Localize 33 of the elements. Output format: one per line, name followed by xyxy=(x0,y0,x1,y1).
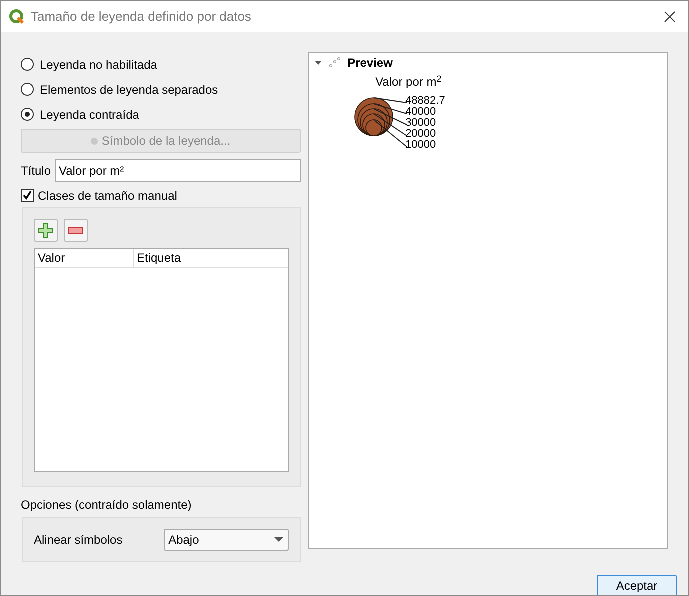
caret-icon xyxy=(274,537,284,542)
column-header[interactable]: Valor xyxy=(35,249,134,267)
collapse-caret-icon[interactable] xyxy=(314,61,322,65)
legend-label: 40000 xyxy=(406,107,438,118)
column-header[interactable]: Etiqueta xyxy=(134,249,288,267)
close-icon[interactable] xyxy=(664,10,676,22)
window-title: Tamaño de leyenda definido por datos xyxy=(31,8,252,26)
legend-label: 10000 xyxy=(406,140,438,151)
legend-title: Valor por m$^{2}$ xyxy=(376,73,443,91)
options-heading: Opciones (contraído solamente) xyxy=(21,497,193,511)
title-label: Título xyxy=(21,162,52,180)
radio-label: Leyenda contraída xyxy=(40,106,140,124)
legend-label: 48882.7 xyxy=(406,96,446,107)
radio-button[interactable] xyxy=(21,83,34,96)
dots-icon xyxy=(328,57,342,69)
plus-icon xyxy=(38,222,54,238)
radio-label: Leyenda no habilitada xyxy=(40,56,158,74)
radio-label: Elementos de leyenda separados xyxy=(40,82,218,98)
align-label: Alinear símbolos xyxy=(34,532,123,548)
title-field[interactable]: Valor por m² xyxy=(55,159,301,182)
checkbox-label: Clases de tamaño manual xyxy=(38,188,178,204)
legend-label: 30000 xyxy=(406,118,438,129)
align-dropdown[interactable]: Abajo xyxy=(164,528,289,550)
accept-button[interactable]: Aceptar xyxy=(597,575,677,595)
legend-label: 20000 xyxy=(406,129,438,140)
add-button[interactable] xyxy=(34,219,58,242)
minus-icon xyxy=(68,226,84,234)
radio-button[interactable] xyxy=(21,108,34,121)
radio-button[interactable] xyxy=(21,58,34,71)
app-logo-icon xyxy=(9,8,25,24)
preview-root-label: Preview xyxy=(348,55,393,72)
checkbox[interactable] xyxy=(21,189,34,202)
remove-button[interactable] xyxy=(64,219,88,242)
